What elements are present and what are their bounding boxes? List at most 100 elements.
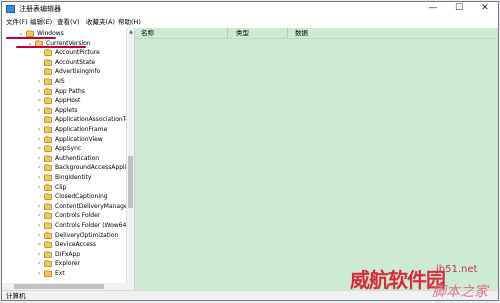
folder-icon [44, 68, 52, 76]
folder-icon [44, 135, 52, 143]
folder-icon [44, 164, 52, 172]
tree-item-label: App Paths [55, 87, 85, 95]
registry-editor-window: 注册表编辑器 — ☐ ✕ 文件(F) 编辑(E) 查看(V) 收藏夹(A) 帮助… [1, 1, 499, 301]
menu-edit[interactable]: 编辑(E) [30, 17, 52, 27]
folder-icon [44, 145, 52, 153]
status-path: 计算机 [6, 292, 26, 300]
tree-item-label: AIS [55, 78, 65, 85]
column-data[interactable]: 数据 [295, 29, 308, 38]
tree-item[interactable]: AccountPicture [2, 48, 126, 58]
tree-item[interactable]: › Ext [2, 269, 126, 279]
tree-item[interactable]: › Applets [2, 106, 126, 116]
expand-closed-icon[interactable]: › [36, 211, 42, 221]
column-separator[interactable] [227, 28, 228, 38]
menu-file[interactable]: 文件(F) [6, 17, 28, 27]
tree-item[interactable]: ClosedCaptioning [2, 192, 126, 202]
watermark-domain: jb51.net [436, 264, 478, 275]
tree-item[interactable]: › ContentDeliveryManager [2, 202, 130, 212]
tree-item[interactable]: › Explorer [2, 259, 126, 269]
vertical-scroll-thumb[interactable] [128, 156, 133, 208]
tree-item-label: ContentDeliveryManager [55, 202, 131, 210]
tree-item[interactable]: AccountState [2, 58, 126, 68]
folder-icon [44, 241, 52, 249]
expand-closed-icon[interactable]: › [36, 202, 42, 212]
folder-icon [44, 87, 52, 95]
registry-app-icon [6, 5, 15, 13]
close-button[interactable]: ✕ [472, 2, 498, 16]
tree-item[interactable]: › DeliveryOptimization [2, 231, 126, 241]
tree-item[interactable]: AdvertisingInfo [2, 67, 126, 77]
tree-item[interactable]: › AIS [2, 77, 126, 87]
registry-tree-pane[interactable]: ⌄ Windows ⌄ CurrentVersion AccountPicture Acc… [2, 28, 135, 290]
tree-item[interactable]: › App Paths [2, 87, 126, 97]
tree-item-label: Ext [55, 270, 65, 277]
expand-closed-icon[interactable]: › [36, 173, 42, 183]
expand-closed-icon[interactable]: › [36, 231, 42, 241]
folder-icon [44, 231, 52, 239]
tree-item-label: AdvertisingInfo [55, 68, 101, 76]
expand-closed-icon[interactable]: › [36, 250, 42, 260]
tree-item-label: AccountState [55, 58, 96, 66]
expand-closed-icon[interactable]: › [36, 77, 42, 87]
tree-item[interactable]: › Authentication [2, 154, 126, 164]
tree-item[interactable]: › ApplicationView [2, 135, 126, 145]
tree-item-label: Controls Folder [55, 212, 101, 220]
tree-item[interactable]: › AppHost [2, 96, 126, 106]
folder-icon [44, 183, 52, 191]
column-name[interactable]: 名称 [141, 29, 154, 38]
expand-closed-icon[interactable]: › [36, 240, 42, 250]
tree-item[interactable]: › ApplicationFrame [2, 125, 126, 135]
folder-icon [44, 49, 52, 57]
menu-view[interactable]: 查看(V) [57, 17, 80, 27]
folder-icon [44, 270, 52, 277]
tree-item-label: AppHost [55, 97, 81, 105]
expand-closed-icon[interactable]: › [36, 221, 42, 231]
expand-closed-icon[interactable]: › [36, 259, 42, 269]
expand-closed-icon[interactable]: › [36, 125, 42, 135]
tree-item[interactable]: › Controls Folder (Wow64) [2, 221, 129, 231]
expand-closed-icon[interactable]: › [36, 106, 42, 116]
horizontal-scroll-thumb[interactable] [14, 284, 104, 289]
tree-horizontal-scrollbar[interactable] [2, 283, 134, 290]
tree-item[interactable]: › DeviceAccess [2, 240, 126, 250]
folder-icon [44, 97, 52, 105]
folder-icon [44, 174, 52, 181]
values-pane[interactable]: 名称 类型 数据 [135, 28, 498, 290]
tree-item[interactable]: › Clip [2, 183, 126, 193]
column-separator[interactable] [287, 28, 288, 38]
tree-item-label: Applets [55, 106, 78, 114]
tree-item-label: Explorer [55, 260, 80, 268]
tree-vertical-scrollbar[interactable]: ▲ ▼ [126, 28, 134, 290]
folder-icon [44, 202, 52, 210]
expand-closed-icon[interactable]: › [36, 135, 42, 145]
tree-item[interactable]: › DIFxApp [2, 250, 126, 260]
expand-closed-icon[interactable]: › [36, 163, 42, 173]
maximize-button[interactable]: ☐ [446, 2, 472, 16]
folder-icon [44, 212, 52, 220]
menu-help[interactable]: 帮助(H) [118, 17, 141, 27]
expand-closed-icon[interactable]: › [36, 96, 42, 106]
watermark-sub: 脚本之家 [432, 284, 488, 300]
folder-icon [44, 154, 52, 162]
tree-item[interactable]: › AppSync [2, 144, 126, 154]
tree-item[interactable]: › BackgroundAccessApplicati [2, 163, 134, 173]
minimize-button[interactable]: — [420, 2, 446, 16]
tree-item[interactable]: › Controls Folder [2, 211, 126, 221]
tree-item-label: ApplicationAssociationToast [55, 116, 135, 124]
tree-item-label: Clip [55, 183, 67, 191]
column-type[interactable]: 类型 [236, 29, 249, 38]
expand-closed-icon[interactable]: › [36, 154, 42, 164]
scroll-up-icon[interactable]: ▲ [127, 28, 134, 36]
expand-closed-icon[interactable]: › [36, 269, 42, 279]
tree-item[interactable]: › BingIdentity [2, 173, 126, 183]
folder-icon [44, 222, 52, 229]
tree-item-label: DeviceAccess [55, 241, 97, 249]
expand-closed-icon[interactable]: › [36, 183, 42, 193]
values-column-header: 名称 类型 数据 [135, 28, 498, 39]
expand-closed-icon[interactable]: › [36, 87, 42, 97]
tree-item[interactable]: ApplicationAssociationToast [2, 115, 134, 125]
annotation-underline-windows [6, 37, 56, 39]
menu-favorites[interactable]: 收藏夹(A) [86, 17, 115, 27]
folder-icon [44, 106, 52, 114]
expand-closed-icon[interactable]: › [36, 144, 42, 154]
